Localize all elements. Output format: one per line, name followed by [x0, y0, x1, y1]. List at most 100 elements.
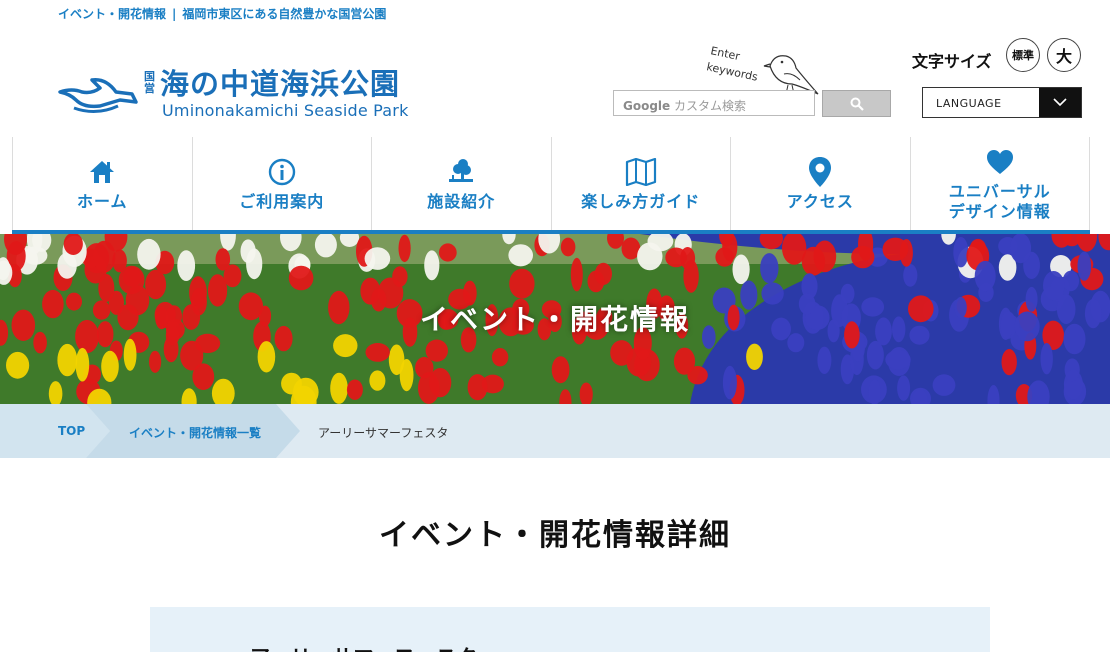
tulip-flower — [746, 343, 763, 370]
svg-text:Enter: Enter — [709, 44, 741, 63]
tulip-flower — [508, 244, 533, 267]
nav-label-home: ホーム — [76, 191, 128, 211]
tulip-flower — [240, 239, 256, 263]
nav-item-universal-design[interactable]: ユニバーサル デザイン情報 — [909, 137, 1090, 230]
nav-label-facilities: 施設紹介 — [427, 191, 496, 211]
tulip-flower — [364, 247, 391, 270]
tulip-flower — [953, 237, 969, 268]
tulip-flower — [868, 379, 881, 404]
tulip-flower — [365, 343, 390, 362]
location-pin-icon — [808, 156, 832, 188]
global-nav: ホーム ご利用案内 施設紹介 楽しみ方ガイド アクセス ユニバーサル デザイン情… — [12, 137, 1090, 230]
tulip-flower — [882, 237, 909, 261]
search-button[interactable] — [822, 90, 891, 117]
tulip-flower — [6, 351, 30, 379]
nav-label-enjoy-guide: 楽しみ方ガイド — [581, 191, 701, 211]
tulip-flower — [145, 269, 167, 300]
tulip-flower — [715, 247, 734, 267]
tulip-flower — [885, 350, 911, 370]
tulip-flower — [570, 257, 583, 292]
event-detail-box: アーリーサマーフェスタ — [150, 607, 990, 652]
google-brand-label: Google — [623, 99, 671, 113]
tulip-flower — [57, 252, 77, 279]
tulip-flower — [722, 365, 737, 400]
breadcrumb-top-link[interactable]: TOP — [58, 424, 85, 438]
tulip-flower — [932, 374, 956, 396]
tagline-description: 福岡市東区にある自然豊かな国営公園 — [182, 7, 387, 21]
logo-subtitle: Uminonakamichi Seaside Park — [162, 101, 409, 120]
tulip-flower — [438, 243, 457, 262]
tulip-flower — [1001, 349, 1017, 376]
tulip-flower — [903, 264, 918, 287]
tagline-event-link[interactable]: イベント・開花情報 — [58, 7, 166, 21]
breadcrumb-current: アーリーサマーフェスタ — [318, 426, 449, 440]
tulip-flower — [610, 340, 633, 366]
font-size-standard-button[interactable]: 標準 — [1006, 38, 1040, 72]
info-icon — [268, 156, 296, 188]
hero-title: イベント・開花情報 — [419, 303, 690, 336]
tulip-flower — [118, 265, 145, 295]
tulip-flower — [137, 238, 161, 270]
site-logo[interactable]: 国営 海の中道海浜公園 Uminonakamichi Seaside Park — [56, 66, 436, 122]
tulip-flower — [594, 262, 613, 285]
tulip-flower — [281, 372, 302, 395]
tulip-flower — [346, 379, 363, 400]
nav-item-enjoy-guide[interactable]: 楽しみ方ガイド — [550, 137, 731, 230]
tulip-flower — [257, 341, 276, 373]
logo-title: 海の中道海浜公園 — [160, 67, 401, 101]
tulip-flower — [1043, 271, 1065, 301]
map-icon — [625, 156, 657, 188]
font-size-large-button[interactable]: 大 — [1047, 38, 1081, 72]
nav-label-universal-design-2: デザイン情報 — [948, 201, 1051, 221]
tulip-flower — [897, 375, 911, 401]
tulip-flower — [817, 346, 832, 374]
breadcrumb: TOP イベント・開花情報一覧 アーリーサマーフェスタ — [0, 404, 1110, 458]
tulip-flower — [180, 340, 204, 371]
language-label: LANGUAGE — [936, 97, 1002, 110]
tulip-flower — [101, 350, 119, 382]
tulip-flower — [215, 248, 231, 271]
tulip-flower — [398, 234, 411, 263]
tulip-flower — [1077, 251, 1092, 281]
page-title: イベント・開花情報詳細 — [379, 518, 731, 553]
tulip-flower — [491, 348, 509, 367]
search-placeholder: Google カスタム検索 — [623, 97, 746, 114]
search-input[interactable]: Google カスタム検索 — [613, 90, 815, 116]
tree-icon — [447, 156, 475, 188]
tulip-flower — [425, 339, 448, 362]
language-select[interactable]: LANGUAGE — [922, 87, 1082, 118]
tulip-flower — [760, 253, 779, 284]
tulip-flower — [467, 374, 488, 401]
tulip-flower — [866, 340, 884, 370]
tulip-flower — [509, 268, 535, 299]
home-icon — [89, 156, 115, 188]
tulip-flower — [1040, 343, 1053, 375]
breadcrumb-event-list-link[interactable]: イベント・開花情報一覧 — [129, 424, 261, 441]
search-icon — [850, 97, 864, 111]
tulip-flower — [1010, 234, 1032, 264]
tulip-flower — [392, 266, 408, 287]
tulip-flower — [399, 359, 414, 392]
nav-item-facilities[interactable]: 施設紹介 — [371, 137, 551, 230]
chevron-down-icon — [1039, 88, 1081, 117]
tulip-flower — [123, 338, 137, 371]
tulip-flower — [177, 250, 196, 281]
nav-item-home[interactable]: ホーム — [12, 137, 192, 230]
tulip-flower — [560, 237, 576, 257]
nav-label-universal-design: ユニバーサル — [948, 181, 1051, 201]
hero-banner: イベント・開花情報 — [0, 234, 1110, 404]
nav-item-guide[interactable]: ご利用案内 — [191, 137, 372, 230]
nav-label-access: アクセス — [786, 191, 854, 211]
tulip-flower — [149, 350, 162, 373]
tulip-flower — [1064, 358, 1080, 382]
tulip-flower — [369, 370, 386, 391]
tulip-flower — [75, 347, 90, 382]
tulip-flower — [673, 347, 696, 375]
search-placeholder-text: カスタム検索 — [674, 99, 747, 113]
logo-kokuei-label: 国営 — [144, 70, 155, 95]
tulip-flower — [415, 356, 434, 379]
tulip-flower — [1062, 270, 1080, 292]
nav-item-access[interactable]: アクセス — [730, 137, 910, 230]
tulip-flower — [330, 372, 348, 404]
tulip-flower — [732, 254, 750, 285]
